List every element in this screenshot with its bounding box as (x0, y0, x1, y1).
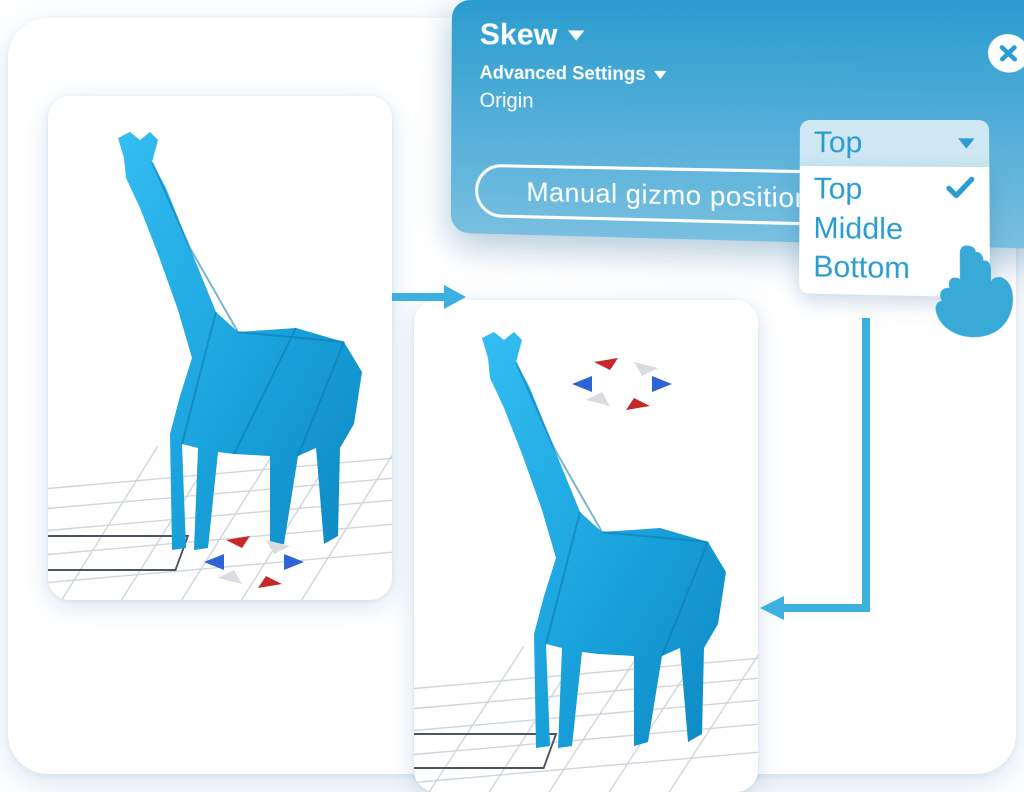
gizmo-top (572, 358, 672, 410)
dropdown-option-label: Top (814, 172, 863, 207)
check-icon (946, 173, 975, 209)
preview-origin-top (414, 300, 758, 792)
close-icon (996, 42, 1022, 66)
preview-origin-bottom (48, 96, 392, 600)
origin-dropdown[interactable]: Top Top Middle Bottom (799, 120, 990, 297)
origin-label: Origin (480, 90, 1022, 120)
chevron-down-icon (958, 138, 975, 148)
dropdown-selected-label: Top (814, 126, 863, 160)
chevron-down-icon[interactable] (568, 30, 584, 40)
dropdown-selected[interactable]: Top (800, 120, 990, 167)
panel-title[interactable]: Skew (480, 18, 558, 53)
dropdown-option-top[interactable]: Top (800, 170, 990, 211)
dropdown-option-label: Bottom (813, 250, 910, 287)
panel-subtitle[interactable]: Advanced Settings (480, 62, 646, 85)
dropdown-option-label: Middle (813, 211, 903, 247)
manual-gizmo-label: Manual gizmo position (526, 176, 811, 215)
chevron-down-icon[interactable] (654, 70, 667, 78)
pointer-hand-icon (925, 239, 1020, 344)
arrow-to-result (756, 318, 916, 644)
arrow-to-panel (392, 282, 466, 312)
